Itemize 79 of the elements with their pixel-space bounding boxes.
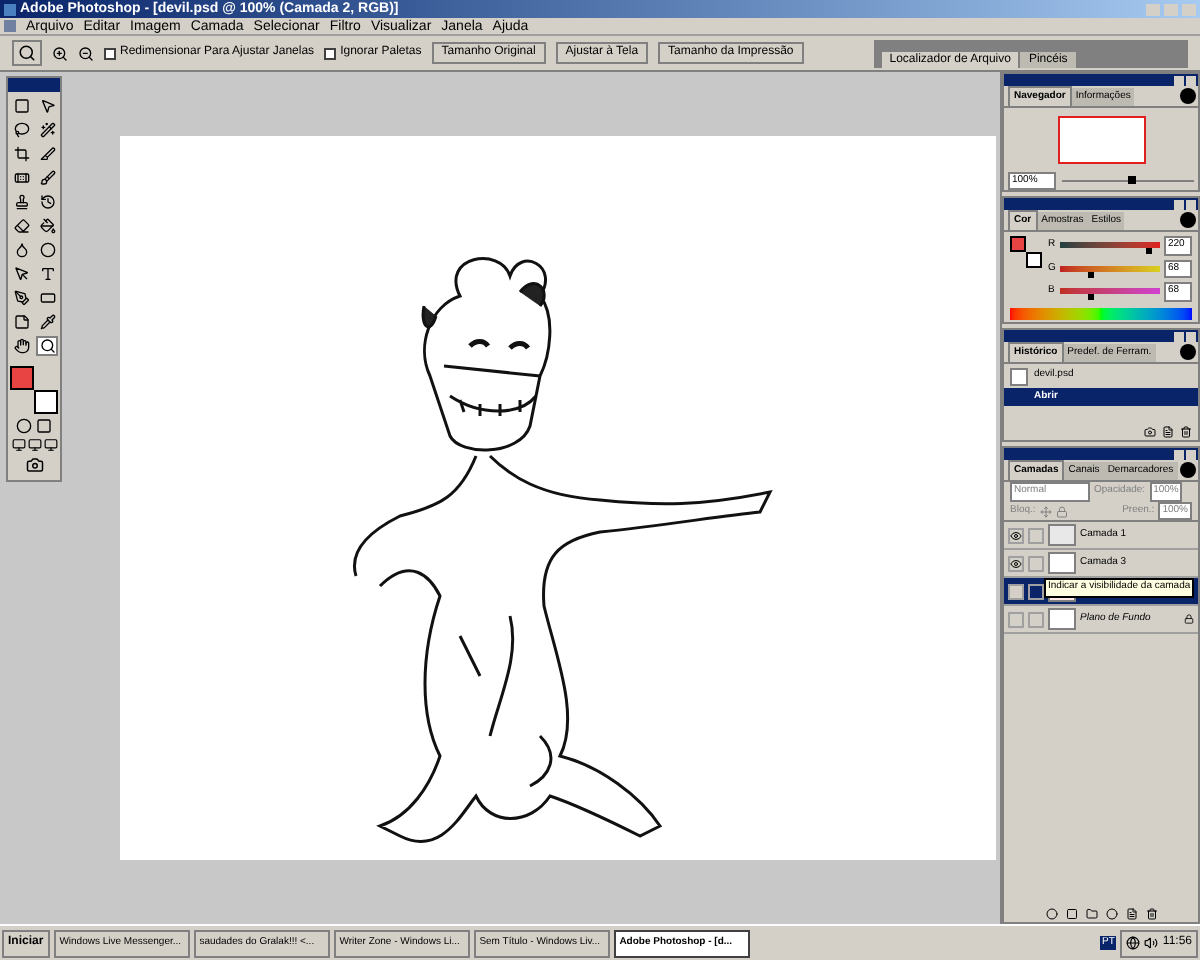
foreground-color-swatch[interactable] [1010, 236, 1026, 252]
checkbox[interactable] [104, 47, 116, 59]
app-icon [4, 3, 16, 15]
eraser-icon[interactable] [10, 216, 32, 236]
paint-bucket-icon[interactable] [36, 216, 58, 236]
stamp-icon[interactable] [10, 192, 32, 212]
visibility-toggle[interactable] [1008, 555, 1024, 571]
brush-icon[interactable] [36, 168, 58, 188]
close-button[interactable] [1186, 199, 1196, 209]
background-color-swatch[interactable] [34, 390, 58, 414]
zoom-tool-icon[interactable] [12, 40, 42, 66]
visibility-toggle[interactable] [1008, 527, 1024, 543]
color-spectrum-bar[interactable] [1010, 307, 1192, 319]
speaker-icon[interactable] [1144, 936, 1159, 950]
knife-icon[interactable] [36, 144, 58, 164]
eyedropper-icon[interactable] [36, 312, 58, 332]
pointer-icon[interactable] [10, 264, 32, 284]
navigator-thumbnail [1057, 116, 1145, 164]
screen-mode-icon[interactable] [43, 438, 57, 452]
eye-icon [1010, 557, 1022, 569]
snapshot-thumbnail [1010, 367, 1028, 385]
checkbox[interactable] [324, 47, 337, 59]
close-button[interactable] [1186, 331, 1196, 341]
trash-icon[interactable] [1145, 908, 1157, 920]
new-layer-icon[interactable] [1125, 908, 1137, 920]
minimize-button[interactable] [1174, 199, 1184, 209]
trash-icon[interactable] [1180, 426, 1192, 438]
quick-mask-icon[interactable] [16, 418, 32, 434]
channel-slider-track[interactable] [1060, 288, 1160, 295]
search-icon[interactable] [36, 336, 58, 356]
crop-icon[interactable] [10, 144, 32, 164]
camera-icon[interactable] [1144, 426, 1156, 438]
layer-style-icon[interactable] [1045, 908, 1057, 920]
eye-icon [1010, 529, 1022, 541]
folder-icon[interactable] [1085, 908, 1097, 920]
adjustment-icon[interactable] [1105, 908, 1117, 920]
minimize-button[interactable] [1174, 449, 1184, 459]
background-color-swatch[interactable] [1026, 252, 1042, 268]
circle-icon[interactable] [36, 240, 58, 260]
lasso-icon[interactable] [10, 120, 32, 140]
jump-to-icon[interactable] [25, 456, 43, 474]
channel-slider-track[interactable] [1060, 265, 1160, 272]
screen-mode-icon[interactable] [11, 438, 25, 452]
standard-mode-icon[interactable] [36, 418, 52, 434]
screen-mode-icon[interactable] [27, 438, 41, 452]
foreground-color-swatch[interactable] [10, 366, 34, 390]
channel-slider-thumb[interactable] [1087, 294, 1093, 301]
layer-thumbnail [1048, 608, 1076, 630]
lock-icon[interactable] [1055, 505, 1068, 517]
document-icon [4, 20, 16, 32]
lock-icon [1184, 614, 1194, 624]
rectangle-icon[interactable] [36, 288, 58, 308]
layer-thumbnail [1048, 552, 1076, 574]
globe-icon[interactable] [1126, 936, 1141, 950]
channel-slider-thumb[interactable] [1146, 248, 1152, 255]
zoom-in-icon[interactable] [52, 45, 68, 61]
minimize-button[interactable] [1174, 75, 1184, 85]
mask-icon[interactable] [1065, 908, 1077, 920]
magic-wand-icon[interactable] [36, 120, 58, 140]
close-button[interactable] [1186, 449, 1196, 459]
new-document-icon[interactable] [1162, 426, 1174, 438]
zoom-out-icon[interactable] [78, 45, 94, 61]
zoom-slider-thumb[interactable] [1128, 176, 1136, 184]
palette-header [8, 78, 60, 92]
close-button[interactable] [1186, 75, 1196, 85]
visibility-toggle[interactable] [1008, 611, 1024, 627]
text-icon[interactable] [36, 264, 58, 284]
bandage-icon[interactable] [10, 168, 32, 188]
lock-position-icon[interactable] [1039, 505, 1052, 517]
note-icon[interactable] [10, 312, 32, 332]
channel-slider-track[interactable] [1060, 242, 1160, 249]
history-brush-icon[interactable] [36, 192, 58, 212]
channel-slider-thumb[interactable] [1087, 271, 1093, 278]
visibility-toggle[interactable] [1008, 583, 1024, 599]
minimize-button[interactable] [1174, 331, 1184, 341]
pen-icon[interactable] [10, 288, 32, 308]
hand-icon[interactable] [10, 336, 32, 356]
marquee-icon[interactable] [10, 96, 32, 116]
move-arrow-icon[interactable] [36, 96, 58, 116]
